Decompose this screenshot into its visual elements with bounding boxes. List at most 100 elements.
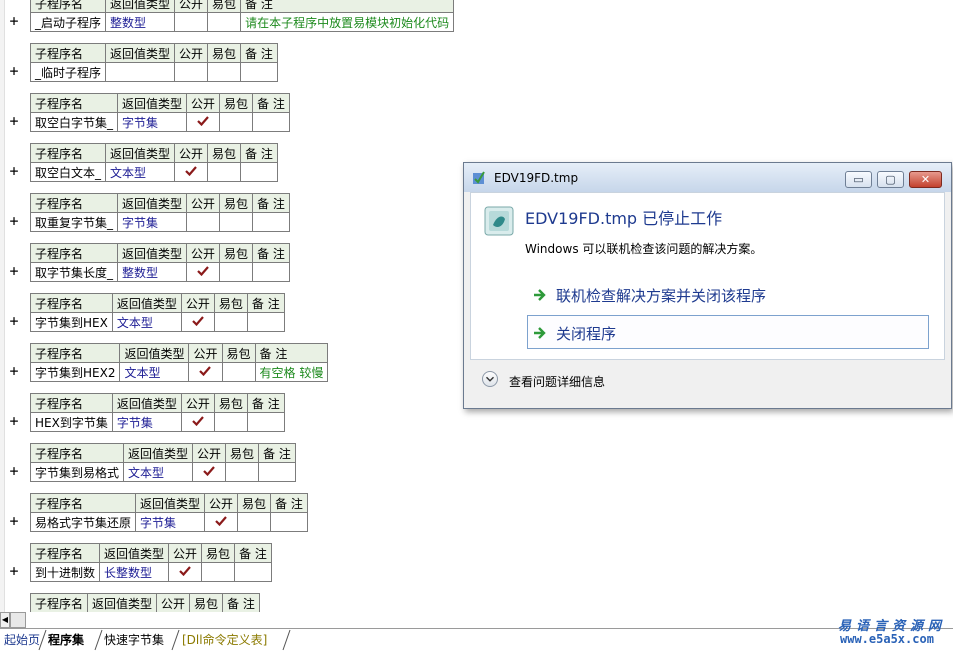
remark-cell[interactable]: 请在本子程序中放置易模块初始化代码 — [240, 12, 455, 32]
remark-cell[interactable] — [252, 112, 290, 132]
remark-cell[interactable] — [252, 212, 290, 232]
public-cell[interactable] — [186, 212, 221, 232]
public-cell[interactable] — [186, 112, 221, 132]
expand-toggle[interactable]: + — [7, 514, 21, 529]
easy-pack-cell[interactable] — [213, 312, 248, 332]
return-type-cell[interactable]: 整数型 — [105, 12, 176, 32]
easy-pack-cell[interactable] — [225, 462, 260, 482]
return-type-cell[interactable]: 字节集 — [117, 212, 188, 232]
expand-toggle[interactable]: + — [7, 564, 21, 579]
subroutine-data-row[interactable]: 取空白文本_ 文本型 — [29, 162, 278, 182]
header-public-cell: 公开 — [204, 493, 239, 513]
expand-toggle[interactable]: + — [7, 414, 21, 429]
public-cell[interactable] — [192, 462, 227, 482]
remark-cell[interactable] — [240, 162, 278, 182]
expand-toggle[interactable]: + — [7, 64, 21, 79]
view-details-link[interactable]: 查看问题详细信息 — [509, 373, 605, 390]
easy-pack-cell[interactable] — [219, 262, 254, 282]
easy-pack-cell[interactable] — [207, 162, 242, 182]
subroutine-data-row[interactable]: 易格式字节集还原 字节集 — [29, 512, 308, 532]
subroutine-name-cell[interactable]: 字节集到易格式 — [29, 462, 125, 482]
subroutine-name-cell[interactable]: 取重复字节集_ — [29, 212, 119, 232]
public-cell[interactable] — [180, 312, 215, 332]
subroutine-data-row[interactable]: 字节集到易格式 文本型 — [29, 462, 296, 482]
expand-toggle[interactable]: + — [7, 114, 21, 129]
remark-cell[interactable] — [258, 462, 296, 482]
expand-toggle[interactable]: + — [7, 164, 21, 179]
subroutine-name-cell[interactable]: _临时子程序 — [29, 62, 107, 82]
minimize-button[interactable]: ▭ — [845, 171, 872, 188]
return-type-cell[interactable]: 文本型 — [123, 462, 194, 482]
dialog-titlebar[interactable]: EDV19FD.tmp ▭ ▢ ✕ — [464, 163, 951, 192]
public-cell[interactable] — [180, 412, 215, 432]
remark-cell[interactable] — [246, 312, 285, 332]
return-type-cell[interactable]: 文本型 — [119, 362, 190, 382]
public-cell[interactable] — [174, 162, 209, 182]
remark-cell[interactable] — [246, 412, 285, 432]
tab-program-set[interactable]: 程序集 — [44, 631, 90, 649]
subroutine-data-row[interactable]: 字节集到HEX2 文本型 有空格 较慢 — [29, 362, 329, 382]
subroutine-name-cell[interactable]: 易格式字节集还原 — [29, 512, 137, 532]
return-type-cell[interactable]: 字节集 — [117, 112, 188, 132]
expand-toggle[interactable]: + — [7, 214, 21, 229]
remark-cell[interactable]: 有空格 较慢 — [254, 362, 329, 382]
expand-toggle[interactable]: + — [7, 464, 21, 479]
remark-cell[interactable] — [234, 562, 272, 582]
return-type-cell[interactable]: 文本型 — [105, 162, 176, 182]
subroutine-name-cell[interactable]: 取字节集长度_ — [29, 262, 119, 282]
chevron-down-icon[interactable] — [482, 371, 498, 387]
public-cell[interactable] — [204, 512, 239, 532]
return-type-cell[interactable]: 长整数型 — [99, 562, 170, 582]
subroutine-data-row[interactable]: 到十进制数 长整数型 — [29, 562, 272, 582]
subroutine-name-cell[interactable]: 字节集到HEX2 — [29, 362, 121, 382]
public-cell[interactable] — [168, 562, 203, 582]
easy-pack-cell[interactable] — [237, 512, 272, 532]
subroutine-name-cell[interactable]: 取空白字节集_ — [29, 112, 119, 132]
subroutine-data-row[interactable]: _临时子程序 — [29, 62, 278, 82]
scroll-thumb[interactable] — [10, 612, 26, 628]
public-cell[interactable] — [186, 262, 221, 282]
close-program-option[interactable]: 关闭程序 — [527, 315, 929, 349]
subroutine-name-cell[interactable]: _启动子程序 — [29, 12, 107, 32]
expand-toggle[interactable]: + — [7, 264, 21, 279]
subroutine-name-cell[interactable]: 字节集到HEX — [30, 312, 113, 332]
green-arrow-icon — [534, 289, 546, 301]
subroutine-data-row[interactable]: 取重复字节集_ 字节集 — [29, 212, 290, 232]
horizontal-scrollbar[interactable]: ◀ — [0, 612, 953, 628]
easy-pack-cell[interactable] — [207, 62, 242, 82]
subroutine-name-cell[interactable]: 到十进制数 — [29, 562, 101, 582]
return-type-cell[interactable]: 整数型 — [117, 262, 188, 282]
return-type-cell[interactable] — [105, 62, 176, 82]
tab-fast-bytes[interactable]: 快速字节集 — [100, 631, 170, 649]
subroutine-name-cell[interactable]: 取空白文本_ — [29, 162, 107, 182]
remark-cell[interactable] — [240, 62, 278, 82]
easy-pack-cell[interactable] — [213, 412, 248, 432]
expand-toggle[interactable]: + — [7, 14, 21, 29]
easy-pack-cell[interactable] — [201, 562, 236, 582]
expand-toggle[interactable]: + — [7, 314, 21, 329]
close-button[interactable]: ✕ — [909, 171, 942, 188]
tab-dll-commands[interactable]: [Dll命令定义表] — [178, 631, 273, 649]
subroutine-data-row[interactable]: 取字节集长度_ 整数型 — [29, 262, 290, 282]
expand-toggle[interactable]: + — [7, 364, 21, 379]
return-type-cell[interactable]: 字节集 — [135, 512, 206, 532]
scroll-left-button[interactable]: ◀ — [0, 612, 10, 628]
public-cell[interactable] — [188, 362, 223, 382]
check-online-option[interactable]: 联机检查解决方案并关闭该程序 — [527, 277, 929, 311]
subroutine-data-row[interactable]: 取空白字节集_ 字节集 — [29, 112, 290, 132]
maximize-button[interactable]: ▢ — [877, 171, 904, 188]
easy-pack-cell[interactable] — [207, 12, 242, 32]
easy-pack-cell[interactable] — [219, 212, 254, 232]
remark-cell[interactable] — [270, 512, 308, 532]
subroutine-data-row[interactable]: _启动子程序 整数型 请在本子程序中放置易模块初始化代码 — [29, 12, 455, 32]
public-cell[interactable] — [174, 62, 209, 82]
return-type-cell[interactable]: 文本型 — [111, 312, 182, 332]
subroutine-data-row[interactable]: 字节集到HEX 文本型 — [30, 312, 285, 332]
remark-cell[interactable] — [252, 262, 290, 282]
subroutine-data-row[interactable]: HEX到字节集 字节集 — [30, 412, 285, 432]
public-cell[interactable] — [174, 12, 209, 32]
return-type-cell[interactable]: 字节集 — [111, 412, 182, 432]
easy-pack-cell[interactable] — [221, 362, 256, 382]
easy-pack-cell[interactable] — [219, 112, 254, 132]
subroutine-name-cell[interactable]: HEX到字节集 — [30, 412, 113, 432]
